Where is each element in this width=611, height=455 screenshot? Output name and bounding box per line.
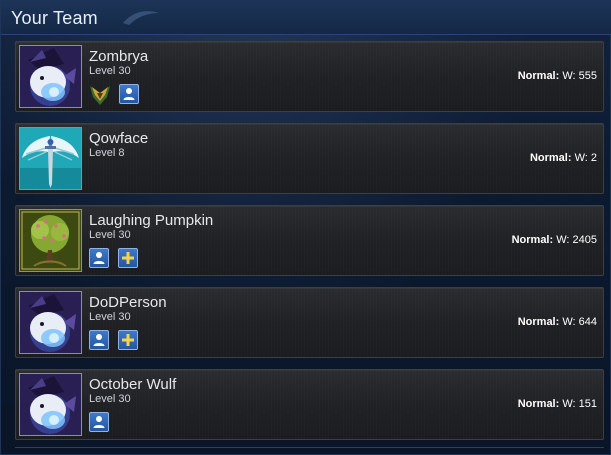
summoner-name: Zombrya <box>89 48 149 65</box>
stat-value: W: 2 <box>574 152 597 164</box>
ranked-stats: Normal: W: 2405 <box>512 234 597 246</box>
team-member-row[interactable]: DoDPerson Level 30 Normal: W: 644 <box>15 287 604 358</box>
poro-wizard-icon <box>19 373 82 436</box>
team-member-row[interactable]: October Wulf Level 30 Normal: W: 151 <box>15 369 604 440</box>
team-member-row[interactable]: Laughing Pumpkin Level 30 Normal: W: 240… <box>15 205 604 276</box>
stat-value: W: 555 <box>562 70 597 82</box>
profile-icon[interactable] <box>89 248 109 268</box>
panel-divider <box>15 447 604 448</box>
rank-emblem-icon[interactable] <box>89 83 111 107</box>
team-member-row[interactable]: Zombrya Level 30 Normal: W: 555 <box>15 41 604 112</box>
poro-wizard-icon <box>19 45 82 108</box>
stat-label: Normal: <box>511 234 554 246</box>
summoner-level: Level 30 <box>89 229 131 241</box>
profile-icon[interactable] <box>89 412 109 432</box>
winged-sword-icon <box>19 127 82 190</box>
stat-label: Normal: <box>517 316 560 328</box>
ranked-stats: Normal: W: 644 <box>518 316 597 328</box>
summoner-level: Level 30 <box>89 311 131 323</box>
stat-value: W: 151 <box>562 398 597 410</box>
summoner-level: Level 8 <box>89 147 125 159</box>
stat-value: W: 644 <box>562 316 597 328</box>
stat-label: Normal: <box>517 70 560 82</box>
ranked-stats: Normal: W: 151 <box>518 398 597 410</box>
team-panel: Your Team Zombrya Level 30 Normal: W: 55… <box>0 0 611 455</box>
add-friend-icon[interactable] <box>118 330 138 350</box>
summoner-name: Qowface <box>89 130 149 147</box>
summoner-level: Level 30 <box>89 65 131 77</box>
summoner-level: Level 30 <box>89 393 131 405</box>
blossom-tree-icon <box>19 209 82 272</box>
poro-wizard-icon <box>19 291 82 354</box>
stat-label: Normal: <box>517 398 560 410</box>
team-member-row[interactable]: Qowface Level 8 Normal: W: 2 <box>15 123 604 194</box>
panel-header: Your Team <box>1 1 611 35</box>
stat-label: Normal: <box>529 152 572 164</box>
profile-icon[interactable] <box>89 330 109 350</box>
summoner-name: Laughing Pumpkin <box>89 212 214 229</box>
ranked-stats: Normal: W: 555 <box>518 70 597 82</box>
panel-title: Your Team <box>11 8 98 28</box>
ranked-stats: Normal: W: 2 <box>530 152 597 164</box>
profile-icon[interactable] <box>119 84 139 104</box>
summoner-name: October Wulf <box>89 376 177 393</box>
header-swoosh-icon <box>123 11 159 25</box>
stat-value: W: 2405 <box>556 234 597 246</box>
add-friend-icon[interactable] <box>118 248 138 268</box>
summoner-name: DoDPerson <box>89 294 167 311</box>
